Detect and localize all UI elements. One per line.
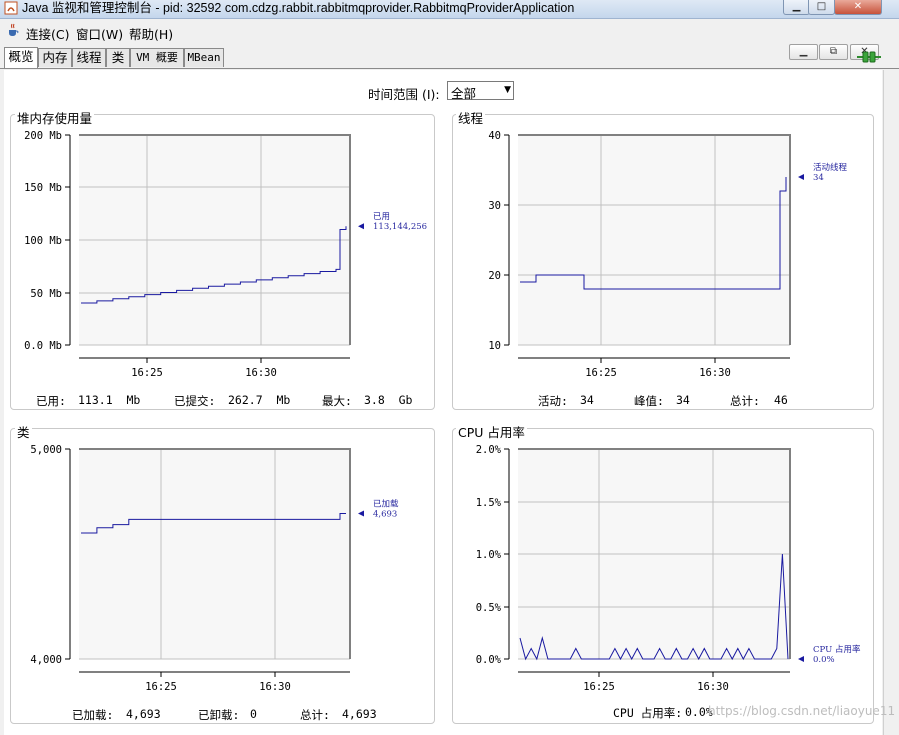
heap-x-tick-label: 16:25 bbox=[131, 367, 163, 379]
time-range-select[interactable]: 全部 ▼ bbox=[447, 81, 514, 101]
heap-used-label: 已用: bbox=[36, 394, 66, 408]
connection-status-icon[interactable] bbox=[857, 50, 881, 64]
cpu-legend-value: 0.0% bbox=[813, 655, 835, 665]
classes-plot-area bbox=[79, 449, 350, 659]
classes-y-tick-label: 5,000 bbox=[30, 444, 62, 456]
cpu-y-tick-label: 1.0% bbox=[476, 549, 502, 561]
threads-total-value: 46 bbox=[774, 393, 788, 407]
threads-legend-name: 活动线程 bbox=[813, 162, 848, 173]
classes-legend-name: 已加载 bbox=[373, 498, 399, 509]
heap-y-tick-label: 200 Mb bbox=[24, 130, 62, 142]
classes-total-value: 4,693 bbox=[342, 707, 377, 721]
threads-y-tick-label: 20 bbox=[488, 270, 501, 282]
tab-memory[interactable]: 内存 bbox=[38, 48, 72, 67]
classes-loaded-label: 已加载: bbox=[72, 708, 114, 722]
classes-title: 类 bbox=[15, 422, 32, 441]
heap-committed-label: 已提交: bbox=[174, 394, 216, 408]
threads-y-tick-label: 30 bbox=[488, 200, 501, 212]
classes-x-tick-label: 16:30 bbox=[259, 681, 291, 693]
time-range-value: 全部 bbox=[451, 86, 477, 101]
cpu-y-tick-label: 0.5% bbox=[476, 602, 502, 614]
threads-legend-value: 34 bbox=[813, 173, 824, 183]
heap-y-tick-label: 150 Mb bbox=[24, 182, 62, 194]
tab-vm-summary[interactable]: VM 概要 bbox=[130, 48, 184, 67]
cpu-x-tick-label: 16:25 bbox=[583, 681, 615, 693]
menu-window[interactable]: 窗口(W) bbox=[76, 24, 123, 43]
menu-bar: 连接(C) 窗口(W) 帮助(H) ▁ ⧉ ✕ bbox=[0, 19, 899, 60]
heap-legend-value: 113,144,256 bbox=[373, 222, 427, 232]
cpu-x-tick-label: 16:30 bbox=[697, 681, 729, 693]
threads-y-tick-label: 10 bbox=[488, 340, 501, 352]
tab-classes[interactable]: 类 bbox=[106, 48, 130, 67]
window-title-bar[interactable]: Java 监视和管理控制台 - pid: 32592 com.cdzg.rabb… bbox=[0, 0, 899, 19]
cpu-y-tick-label: 2.0% bbox=[476, 444, 502, 456]
menu-connect[interactable]: 连接(C) bbox=[26, 24, 69, 43]
classes-unloaded-label: 已卸载: bbox=[198, 708, 240, 722]
java-cup-icon bbox=[9, 23, 19, 36]
cpu-title: CPU 占用率 bbox=[456, 422, 527, 441]
heap-used-value: 113.1 Mb bbox=[78, 393, 141, 407]
threads-x-tick-label: 16:30 bbox=[699, 367, 731, 379]
window-minimize-button[interactable]: ▁ bbox=[783, 0, 810, 15]
window-maximize-button[interactable]: □ bbox=[808, 0, 835, 15]
cpu-y-tick-label: 0.0% bbox=[476, 654, 502, 666]
cpu-y-tick-label: 1.5% bbox=[476, 497, 502, 509]
java-app-icon bbox=[4, 1, 18, 15]
classes-legend-value: 4,693 bbox=[373, 509, 397, 519]
heap-x-tick-label: 16:30 bbox=[245, 367, 277, 379]
tab-overview[interactable]: 概览 bbox=[4, 47, 38, 68]
right-edge bbox=[883, 70, 899, 735]
heap-y-tick-label: 50 Mb bbox=[30, 288, 62, 300]
threads-x-tick-label: 16:25 bbox=[585, 367, 617, 379]
time-range-label: 时间范围 (I): bbox=[368, 87, 440, 102]
heap-y-tick-label: 100 Mb bbox=[24, 235, 62, 247]
heap-memory-title: 堆内存使用量 bbox=[15, 108, 95, 127]
cpu-legend-name: CPU 占用率 bbox=[813, 644, 861, 655]
tab-bar: 概览 内存 线程 类 VM 概要 MBean bbox=[0, 47, 899, 69]
threads-y-tick-label: 40 bbox=[488, 130, 501, 142]
cpu-usage-label: CPU 占用率: bbox=[613, 706, 683, 720]
classes-x-tick-label: 16:25 bbox=[145, 681, 177, 693]
classes-y-tick-label: 4,000 bbox=[30, 654, 62, 666]
tab-mbean[interactable]: MBean bbox=[184, 48, 224, 67]
heap-committed-value: 262.7 Mb bbox=[228, 393, 291, 407]
threads-live-label: 活动: bbox=[538, 394, 568, 408]
window-close-button[interactable]: ✕ bbox=[834, 0, 882, 15]
threads-peak-label: 峰值: bbox=[634, 394, 664, 408]
window-title: Java 监视和管理控制台 - pid: 32592 com.cdzg.rabb… bbox=[22, 1, 575, 15]
classes-total-label: 总计: bbox=[300, 708, 330, 722]
heap-max-value: 3.8 Gb bbox=[364, 393, 413, 407]
tab-threads[interactable]: 线程 bbox=[72, 48, 106, 67]
heap-y-tick-label: 0.0 Mb bbox=[24, 340, 62, 352]
threads-title: 线程 bbox=[456, 108, 486, 127]
menu-help[interactable]: 帮助(H) bbox=[129, 24, 173, 43]
heap-legend-name: 已用 bbox=[373, 212, 390, 222]
threads-total-label: 总计: bbox=[730, 394, 760, 408]
classes-unloaded-value: 0 bbox=[250, 707, 257, 721]
cpu-chart: 16:25 16:302.0%1.5%1.0%0.5%0.0%CPU 占用率0.0… bbox=[476, 444, 861, 693]
classes-loaded-value: 4,693 bbox=[126, 707, 161, 721]
chevron-down-icon: ▼ bbox=[504, 85, 511, 95]
threads-live-value: 34 bbox=[580, 393, 594, 407]
heap-max-label: 最大: bbox=[322, 394, 352, 408]
threads-peak-value: 34 bbox=[676, 393, 690, 407]
threads-plot-area bbox=[518, 135, 790, 345]
watermark: https://blog.csdn.net/liaoyue11 bbox=[708, 704, 896, 718]
